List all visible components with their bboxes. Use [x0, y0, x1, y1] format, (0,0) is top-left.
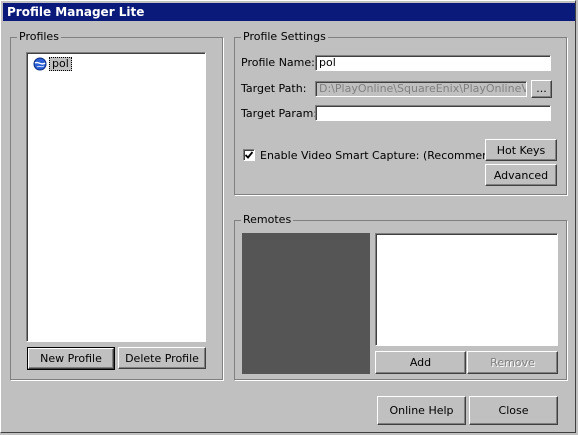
close-button[interactable]: Close	[469, 396, 558, 425]
online-help-button[interactable]: Online Help	[377, 396, 466, 425]
profiles-group-label: Profiles	[17, 30, 61, 44]
advanced-button[interactable]: Advanced	[485, 164, 557, 186]
remove-remote-button[interactable]: Remove	[467, 351, 558, 374]
profile-name-field[interactable]: pol	[315, 55, 551, 71]
target-param-field[interactable]	[315, 105, 551, 121]
delete-profile-button[interactable]: Delete Profile	[118, 347, 206, 369]
remotes-group-label: Remotes	[241, 213, 294, 227]
target-path-field[interactable]: D:\PlayOnline\SquareEnix\PlayOnlineViewe…	[315, 81, 527, 97]
globe-icon	[33, 57, 47, 71]
add-remote-button[interactable]: Add	[375, 351, 466, 374]
target-param-label: Target Param:	[241, 107, 318, 120]
main-window: Profile Manager Lite Profiles pol New Pr…	[0, 0, 576, 433]
remotes-list[interactable]	[375, 233, 558, 346]
browse-button[interactable]: ...	[531, 80, 552, 98]
profile-name-label: Profile Name:	[241, 56, 315, 69]
settings-group-label: Profile Settings	[241, 30, 328, 44]
video-capture-checkbox[interactable]	[243, 149, 255, 161]
checkmark-icon	[244, 151, 254, 159]
video-capture-label[interactable]: Enable Video Smart Capture: (Recommended…	[260, 149, 514, 163]
profiles-list[interactable]: pol	[26, 52, 206, 342]
list-item[interactable]: pol	[33, 56, 72, 72]
new-profile-button[interactable]: New Profile	[27, 347, 115, 370]
hot-keys-button[interactable]: Hot Keys	[485, 139, 557, 161]
remote-preview	[242, 233, 370, 374]
target-path-label: Target Path:	[241, 82, 307, 95]
list-item-label: pol	[49, 57, 72, 71]
title-bar: Profile Manager Lite	[3, 3, 575, 21]
